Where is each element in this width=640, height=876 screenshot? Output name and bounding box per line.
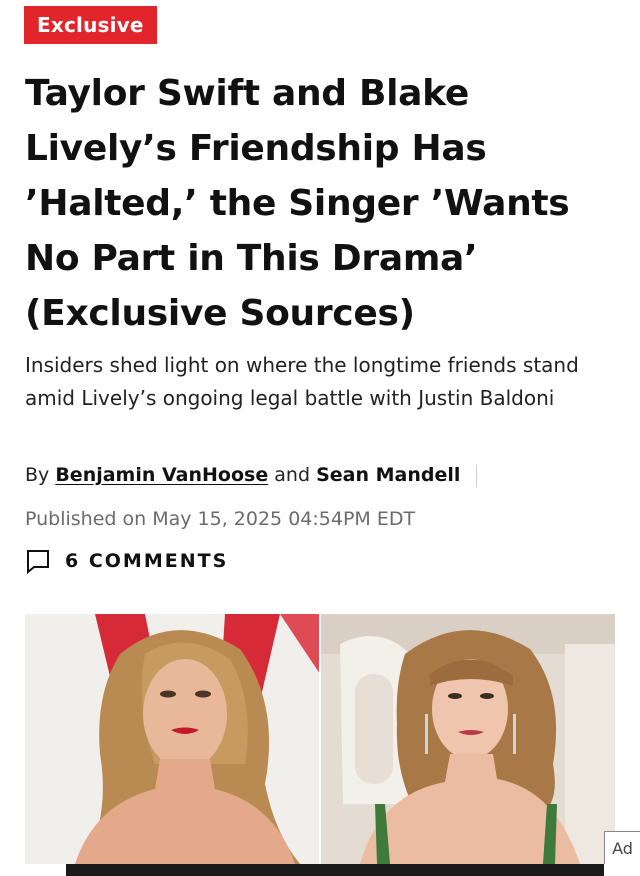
article-hero-image[interactable] xyxy=(25,614,615,864)
byline-conjunction: and xyxy=(274,464,311,486)
ad-banner[interactable] xyxy=(66,864,604,876)
exclusive-badge[interactable]: Exclusive xyxy=(24,6,157,44)
article-headline: Taylor Swift and Blake Lively’s Friendsh… xyxy=(25,73,570,334)
comment-icon xyxy=(25,548,51,574)
author-link-benjamin-vanhoose[interactable]: Benjamin VanHoose xyxy=(55,464,268,486)
article-dek: Insiders shed light on where the longtim… xyxy=(25,353,579,410)
byline: By Benjamin VanHoose and Sean Mandell xyxy=(25,460,625,490)
comments-link[interactable]: 6 COMMENTS xyxy=(25,546,228,576)
byline-prefix: By xyxy=(25,464,50,486)
published-date: Published on May 15, 2025 04:54PM EDT xyxy=(25,508,416,530)
author-sean-mandell[interactable]: Sean Mandell xyxy=(316,464,460,486)
ad-label[interactable]: Ad xyxy=(604,831,640,864)
byline-divider xyxy=(476,464,478,487)
comments-count-label: 6 COMMENTS xyxy=(65,550,229,572)
